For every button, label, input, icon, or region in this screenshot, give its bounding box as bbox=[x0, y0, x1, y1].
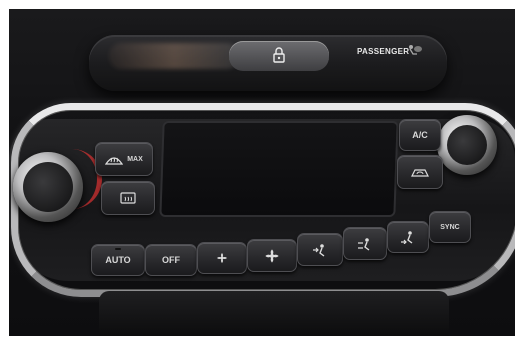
rear-defrost-icon bbox=[120, 192, 136, 204]
ac-label: A/C bbox=[412, 130, 428, 140]
fan-up-button[interactable] bbox=[247, 239, 297, 272]
defrost-max-button[interactable]: MAX bbox=[95, 142, 153, 176]
vent-face-feet-icon bbox=[358, 237, 370, 251]
climate-display bbox=[159, 121, 399, 217]
airbag-icon bbox=[409, 45, 422, 55]
vent-face-icon bbox=[313, 243, 325, 257]
recirculation-icon bbox=[411, 169, 429, 177]
strip-glare bbox=[109, 43, 239, 69]
ac-button[interactable]: A/C bbox=[399, 119, 441, 151]
auto-indicator bbox=[115, 248, 121, 250]
off-button[interactable]: OFF bbox=[145, 244, 197, 276]
photo-frame: PASSENGER MAX A/C AUTO OFF SYNC bbox=[0, 0, 525, 345]
fan-low-icon bbox=[217, 253, 227, 263]
central-lock-button[interactable] bbox=[229, 41, 329, 71]
auto-button[interactable]: AUTO bbox=[91, 244, 145, 276]
off-label: OFF bbox=[162, 255, 180, 265]
lower-console bbox=[99, 291, 449, 336]
auto-label: AUTO bbox=[105, 255, 131, 265]
sync-label: SYNC bbox=[440, 223, 460, 231]
fan-high-icon bbox=[265, 248, 279, 263]
vent-feet-button[interactable] bbox=[387, 221, 429, 253]
temperature-knob-driver[interactable] bbox=[13, 152, 83, 222]
lock-icon bbox=[273, 47, 285, 63]
vent-face-feet-button[interactable] bbox=[343, 227, 387, 260]
vent-face-button[interactable] bbox=[297, 233, 343, 266]
recirculation-button[interactable] bbox=[397, 155, 443, 189]
sync-button[interactable]: SYNC bbox=[429, 211, 471, 243]
temperature-knob-passenger[interactable] bbox=[437, 115, 497, 175]
hazard-passenger-strip: PASSENGER bbox=[89, 35, 447, 91]
climate-control-panel: PASSENGER MAX A/C AUTO OFF SYNC bbox=[9, 9, 515, 336]
fan-down-button[interactable] bbox=[197, 242, 247, 274]
passenger-airbag-label: PASSENGER bbox=[357, 47, 410, 56]
windshield-defrost-max-icon bbox=[105, 157, 124, 165]
vent-feet-icon bbox=[401, 231, 413, 244]
rear-defrost-button[interactable] bbox=[101, 181, 155, 215]
defrost-max-label: MAX bbox=[127, 155, 143, 163]
